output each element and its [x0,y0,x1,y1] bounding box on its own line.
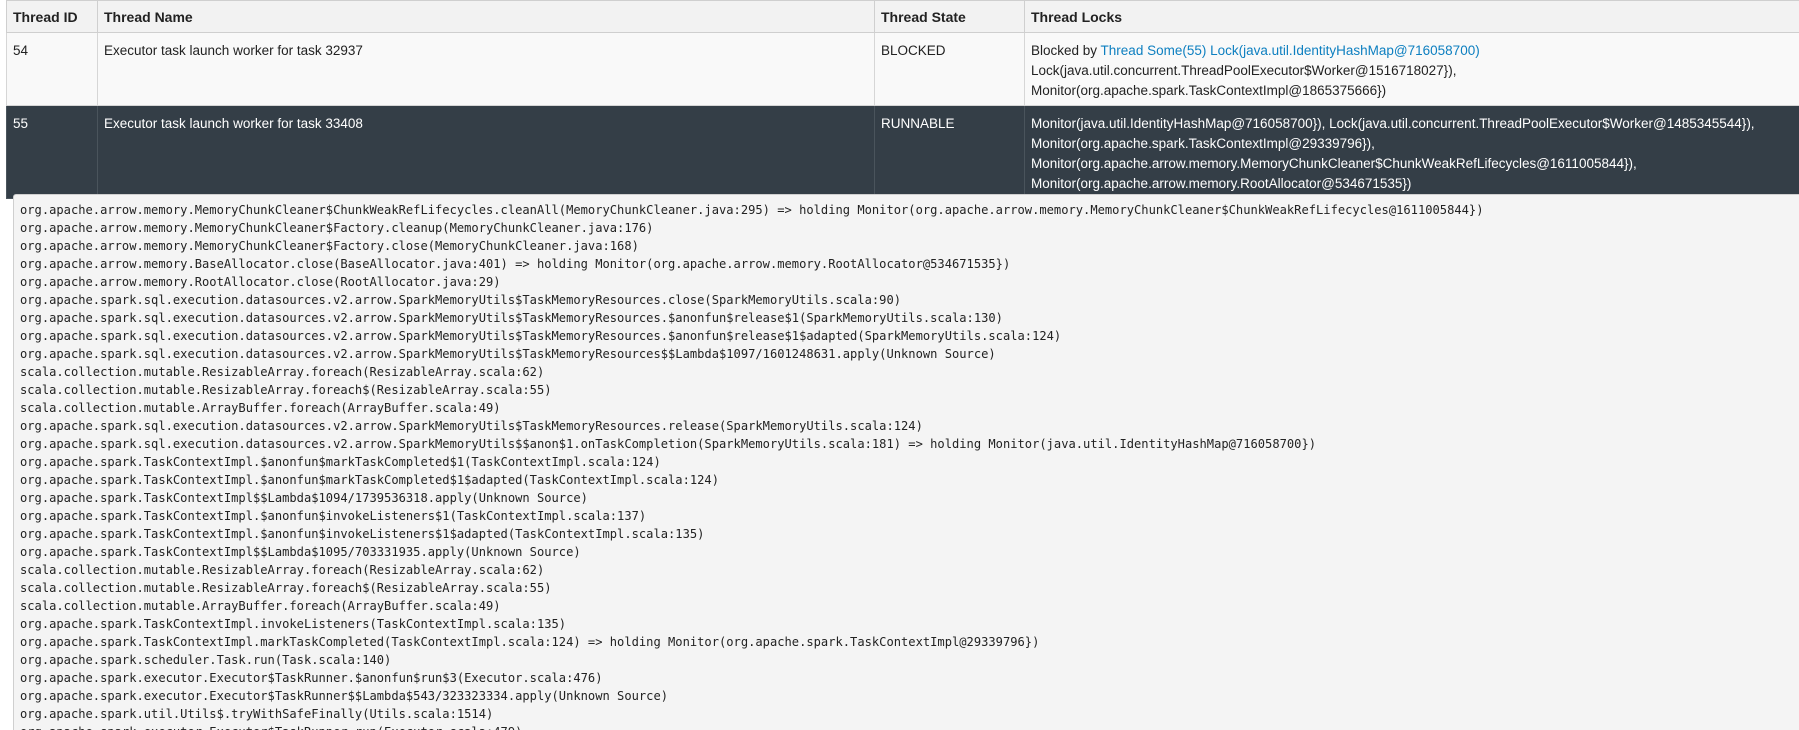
stack-trace-line: scala.collection.mutable.ResizableArray.… [20,365,545,379]
thread-state-cell: BLOCKED [874,32,1025,106]
stack-trace-line: org.apache.arrow.memory.MemoryChunkClean… [20,203,1484,217]
thread-name-cell: Executor task launch worker for task 334… [97,105,875,199]
stack-trace-line: org.apache.spark.sql.execution.datasourc… [20,347,996,361]
lock-entry: Monitor(org.apache.arrow.memory.RootAllo… [1031,176,1412,191]
lock-entry: Monitor(org.apache.spark.TaskContextImpl… [1031,83,1387,98]
stack-trace-line: org.apache.spark.sql.execution.datasourc… [20,419,923,433]
stack-trace-line: org.apache.spark.TaskContextImpl$$Lambda… [20,491,588,505]
stack-trace-line: org.apache.spark.scheduler.Task.run(Task… [20,653,392,667]
stack-trace-line: scala.collection.mutable.ResizableArray.… [20,581,552,595]
stack-trace-line: org.apache.spark.TaskContextImpl.$anonfu… [20,455,661,469]
thread-locks-cell: Monitor(java.util.IdentityHashMap@716058… [1024,105,1799,199]
thread-name-cell: Executor task launch worker for task 329… [97,32,875,106]
stack-trace-line: scala.collection.mutable.ArrayBuffer.for… [20,401,501,415]
thread-table: Thread ID Thread Name Thread State Threa… [6,0,1799,199]
blocking-thread-link[interactable]: Thread Some(55) Lock(java.util.IdentityH… [1101,43,1480,58]
stack-trace-line: org.apache.spark.sql.execution.datasourc… [20,293,902,307]
thread-id-cell: 55 [6,105,98,199]
lock-entry: Lock(java.util.concurrent.ThreadPoolExec… [1031,63,1457,78]
stack-trace-line: scala.collection.mutable.ResizableArray.… [20,383,552,397]
lock-entry: Monitor(org.apache.arrow.memory.MemoryCh… [1031,156,1637,171]
table-row-selected[interactable]: 55 Executor task launch worker for task … [6,105,1799,199]
lock-entry: Monitor(org.apache.spark.TaskContextImpl… [1031,136,1375,151]
stack-trace-line: scala.collection.mutable.ResizableArray.… [20,563,545,577]
stack-trace-line: org.apache.spark.TaskContextImpl.markTas… [20,635,1040,649]
stack-trace-line: org.apache.spark.TaskContextImpl.invokeL… [20,617,567,631]
stack-trace-line: org.apache.spark.sql.execution.datasourc… [20,329,1062,343]
thread-id-cell: 54 [6,32,98,106]
stack-trace-line: org.apache.spark.TaskContextImpl.$anonfu… [20,509,647,523]
stack-trace-line: org.apache.arrow.memory.BaseAllocator.cl… [20,257,1011,271]
stack-trace-line: org.apache.spark.TaskContextImpl.$anonfu… [20,473,719,487]
column-header-thread-locks[interactable]: Thread Locks [1024,0,1799,33]
thread-dump-view: Thread ID Thread Name Thread State Threa… [0,0,1799,730]
stack-trace-line: org.apache.spark.executor.Executor$TaskR… [20,689,669,703]
stack-trace-line: org.apache.spark.TaskContextImpl$$Lambda… [20,545,581,559]
table-row[interactable]: 54 Executor task launch worker for task … [6,32,1799,106]
stack-trace-line: org.apache.spark.sql.execution.datasourc… [20,437,1317,451]
stack-trace-line: scala.collection.mutable.ArrayBuffer.for… [20,599,501,613]
column-header-thread-name[interactable]: Thread Name [97,0,875,33]
thread-state-cell: RUNNABLE [874,105,1025,199]
blocked-by-line: Blocked by Thread Some(55) Lock(java.uti… [1031,41,1799,61]
column-header-thread-state[interactable]: Thread State [874,0,1025,33]
stack-trace-line: org.apache.spark.util.Utils$.tryWithSafe… [20,707,494,721]
stack-trace-line: org.apache.arrow.memory.MemoryChunkClean… [20,239,639,253]
stack-trace-line: org.apache.spark.sql.execution.datasourc… [20,311,1003,325]
table-header-row: Thread ID Thread Name Thread State Threa… [6,0,1799,33]
stack-trace-panel[interactable]: org.apache.arrow.memory.MemoryChunkClean… [13,194,1799,730]
stack-trace-line: org.apache.spark.executor.Executor$TaskR… [20,671,603,685]
stack-trace-line: org.apache.arrow.memory.RootAllocator.cl… [20,275,501,289]
column-header-thread-id[interactable]: Thread ID [6,0,98,33]
thread-locks-cell: Blocked by Thread Some(55) Lock(java.uti… [1024,32,1799,106]
lock-entry: Monitor(java.util.IdentityHashMap@716058… [1031,116,1755,131]
stack-trace-line: org.apache.arrow.memory.MemoryChunkClean… [20,221,654,235]
stack-trace-line: org.apache.spark.TaskContextImpl.$anonfu… [20,527,705,541]
stack-trace-line: org.apache.spark.executor.Executor$TaskR… [20,723,1799,730]
blocked-by-label: Blocked by [1031,43,1101,58]
